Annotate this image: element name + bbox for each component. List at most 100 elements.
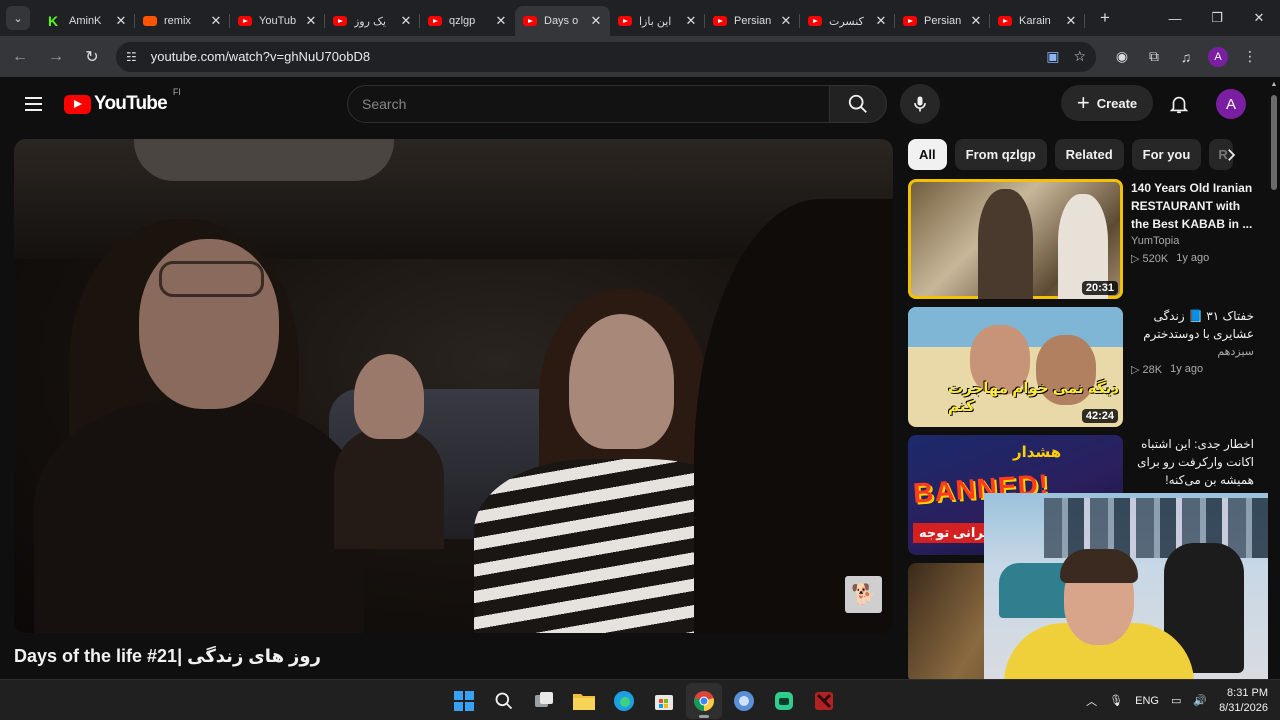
close-icon[interactable]: ✕ [208, 13, 224, 29]
recommendation-item[interactable]: دیگه نمی خوام مهاجرت کنم 42:24 خفتاک ۳۱ … [908, 307, 1254, 427]
tab-title: YouTub [259, 15, 297, 27]
video-player[interactable]: 🐕 [14, 139, 893, 633]
tab[interactable]: Persian ✕ [895, 6, 990, 36]
task-view-button[interactable] [526, 683, 562, 719]
voice-search-button[interactable] [900, 84, 940, 124]
microphone-icon [914, 96, 926, 112]
chip-for-you[interactable]: For you [1131, 139, 1202, 170]
minimize-icon[interactable]: — [1154, 0, 1196, 36]
extension-icon[interactable]: ◉ [1106, 41, 1138, 73]
browser-toolbar: ← → ↻ ☷ youtube.com/watch?v=ghNuU70obD8 … [0, 36, 1280, 77]
menu-icon[interactable] [13, 84, 53, 124]
search-input[interactable] [362, 96, 829, 112]
microphone-icon[interactable]: 🎙 [1109, 694, 1123, 707]
close-icon[interactable]: ✕ [493, 13, 509, 29]
restore-icon[interactable]: ❐ [1196, 0, 1238, 36]
youtube-logo[interactable]: YouTube FI [64, 87, 181, 115]
close-icon[interactable]: ✕ [303, 13, 319, 29]
close-icon[interactable]: ✕ [873, 13, 889, 29]
tab[interactable]: این بازا ✕ [610, 6, 705, 36]
close-icon[interactable]: ✕ [968, 13, 984, 29]
chip-all[interactable]: All [908, 139, 947, 170]
profile-avatar[interactable]: A [1208, 46, 1228, 67]
tab[interactable]: YouTub ✕ [230, 6, 325, 36]
cast-icon[interactable]: ▣ [1046, 48, 1059, 65]
chrome-app[interactable] [686, 682, 722, 719]
chat-app[interactable] [766, 683, 802, 719]
video-person [694, 199, 893, 633]
tab-search-button[interactable]: ⌄ [6, 6, 30, 30]
chip-related[interactable]: Related [1054, 139, 1124, 170]
tab[interactable]: Karain ✕ [990, 6, 1085, 36]
chat-app-icon [775, 691, 793, 710]
tab[interactable]: یک روز ✕ [325, 6, 420, 36]
video-thumbnail[interactable]: دیگه نمی خوام مهاجرت کنم 42:24 [908, 307, 1123, 427]
dota-app[interactable] [806, 683, 842, 719]
recommendation-title[interactable]: خفتاک ۳۱ 📘 زندگی عشایری با دوستدخترم [1131, 307, 1254, 343]
network-icon[interactable]: ▭ [1171, 694, 1181, 707]
close-icon[interactable]: ✕ [1063, 13, 1079, 29]
show-hidden-icons-chevron-icon[interactable]: ︿ [1086, 693, 1097, 709]
address-bar[interactable]: ☷ youtube.com/watch?v=ghNuU70obD8 ▣ ☆ [116, 41, 1096, 72]
forward-button[interactable]: → [40, 41, 72, 73]
language-indicator[interactable]: ENG [1135, 695, 1159, 707]
close-icon[interactable]: ✕ [398, 13, 414, 29]
channel-watermark-icon[interactable]: 🐕 [845, 576, 882, 613]
youtube-icon [808, 16, 822, 26]
store-app[interactable] [646, 683, 682, 719]
back-button[interactable]: ← [4, 41, 36, 73]
account-avatar[interactable]: A [1216, 89, 1246, 119]
plus-icon: + [1076, 90, 1090, 115]
tab[interactable]: remix ✕ [135, 6, 230, 36]
recommendation-title[interactable]: 140 Years Old Iranian RESTAURANT with th… [1131, 179, 1254, 233]
clock[interactable]: 8:31 PM 8/31/2026 [1219, 686, 1268, 716]
notifications-button[interactable] [1160, 85, 1198, 123]
site-info-icon[interactable]: ☷ [126, 50, 137, 64]
close-window-icon[interactable]: ✕ [1238, 0, 1280, 36]
scrollbar-thumb[interactable] [1271, 95, 1277, 190]
channel-name[interactable]: سیزدهم [1131, 345, 1254, 358]
volume-icon[interactable]: 🔊 [1193, 694, 1207, 707]
video-person [159, 261, 264, 297]
tab[interactable]: کنسرت ✕ [800, 6, 895, 36]
new-tab-button[interactable]: + [1091, 8, 1119, 28]
tab-title: qzlgp [449, 15, 476, 27]
edge-beta-app[interactable] [726, 683, 762, 719]
tab[interactable]: qzlgp ✕ [420, 6, 515, 36]
video-thumbnail[interactable]: 20:31 [908, 179, 1123, 299]
youtube-header: YouTube FI + Create A [0, 77, 1268, 131]
recommendation-item[interactable]: 20:31 140 Years Old Iranian RESTAURANT w… [908, 179, 1254, 299]
page-scrollbar[interactable]: ▲ [1268, 77, 1280, 679]
recommendation-title[interactable]: اخطار جدی: این اشتباه اکانت وارکرفت رو ب… [1131, 435, 1254, 489]
scroll-up-icon[interactable]: ▲ [1270, 81, 1278, 88]
close-icon[interactable]: ✕ [588, 13, 604, 29]
media-controls-icon[interactable]: ♫ [1170, 41, 1202, 73]
create-button[interactable]: + Create [1061, 85, 1153, 121]
tab[interactable]: K AminK ✕ [40, 6, 135, 36]
task-view-icon [535, 691, 553, 707]
taskbar-search[interactable] [486, 683, 522, 719]
video-frame-mirror [134, 139, 394, 181]
chip-from-channel[interactable]: From qzlgp [954, 139, 1047, 170]
search-button[interactable] [829, 85, 887, 123]
edge-app[interactable] [606, 683, 642, 719]
recommendation-meta: 140 Years Old Iranian RESTAURANT with th… [1131, 179, 1254, 299]
date-text: 8/31/2026 [1219, 701, 1268, 714]
close-icon[interactable]: ✕ [683, 13, 699, 29]
file-explorer-app[interactable] [566, 683, 602, 719]
close-icon[interactable]: ✕ [778, 13, 794, 29]
thumbnail-figure [978, 189, 1033, 299]
youtube-play-icon [64, 94, 91, 114]
menu-kebab-icon[interactable]: ⋮ [1234, 41, 1266, 73]
channel-name[interactable]: YumTopia [1131, 235, 1254, 247]
reload-button[interactable]: ↻ [76, 41, 108, 73]
youtube-icon [998, 16, 1012, 26]
start-button[interactable] [446, 683, 482, 719]
chips-next-button[interactable] [1216, 140, 1246, 170]
tab-active[interactable]: Days o ✕ [515, 6, 610, 36]
bookmark-star-icon[interactable]: ☆ [1073, 48, 1086, 65]
tab[interactable]: Persian ✕ [705, 6, 800, 36]
close-icon[interactable]: ✕ [113, 13, 129, 29]
country-code: FI [172, 87, 181, 97]
extensions-puzzle-icon[interactable]: ⧉ [1138, 41, 1170, 73]
